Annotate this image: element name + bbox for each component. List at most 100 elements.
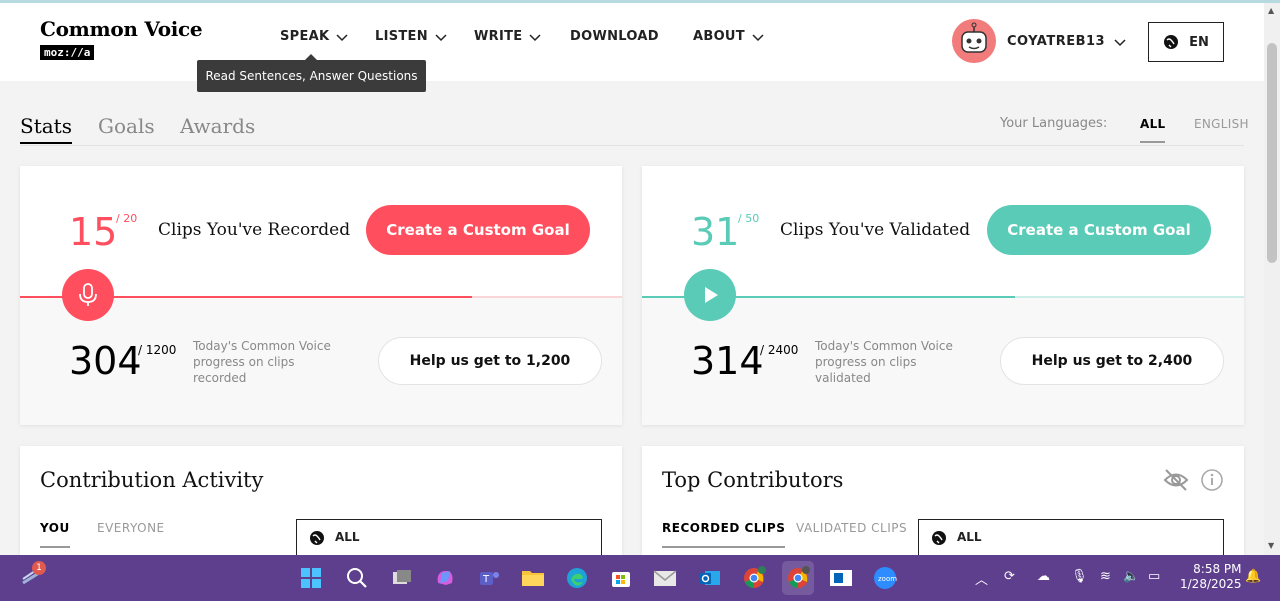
- top-contributors-title: Top Contributors: [662, 468, 844, 492]
- chrome-icon[interactable]: [741, 565, 767, 591]
- contribution-title: Contribution Activity: [40, 468, 264, 492]
- nav-speak-label: SPEAK: [280, 29, 330, 44]
- nav-download[interactable]: DOWNLOAD: [570, 29, 659, 44]
- edge-icon[interactable]: [564, 565, 590, 591]
- microphone-icon: [79, 283, 97, 306]
- language-button[interactable]: EN: [1148, 22, 1224, 62]
- wifi-icon[interactable]: ≋: [1100, 569, 1111, 584]
- globe-icon: [310, 531, 324, 545]
- notification-badge: 1: [32, 561, 46, 575]
- nav-about[interactable]: ABOUT: [693, 29, 765, 44]
- clock[interactable]: 8:58 PM 1/28/2025: [1180, 562, 1242, 592]
- whiteboard-icon[interactable]: [828, 565, 854, 591]
- avatar[interactable]: [952, 19, 996, 63]
- language-tab-all[interactable]: ALL: [1140, 117, 1166, 143]
- your-languages-label: Your Languages:: [1000, 116, 1108, 131]
- nav-write-label: WRITE: [474, 29, 523, 44]
- info-icon[interactable]: [1200, 468, 1224, 492]
- validated-label: Clips You've Validated: [780, 220, 971, 240]
- recorded-goal: / 20: [116, 212, 138, 225]
- volume-icon[interactable]: 🔈: [1123, 569, 1139, 584]
- site-header: Common Voice moz://a SPEAK LISTEN WRITE …: [0, 3, 1264, 81]
- common-voice-logo[interactable]: Common Voice moz://a: [40, 17, 203, 60]
- top-contributors-card: Top Contributors RECORDED CLIPS VALIDATE…: [642, 446, 1244, 556]
- create-goal-button[interactable]: Create a Custom Goal: [987, 205, 1211, 255]
- help-button[interactable]: Help us get to 1,200: [378, 337, 602, 385]
- validated-goal: / 50: [738, 212, 760, 225]
- outlook-icon[interactable]: [697, 565, 723, 591]
- tab-recorded-clips[interactable]: RECORDED CLIPS: [662, 521, 786, 548]
- svg-text:T: T: [482, 574, 490, 585]
- play-button[interactable]: [684, 269, 736, 321]
- windows-start-icon[interactable]: [298, 565, 324, 591]
- tab-you[interactable]: YOU: [40, 521, 70, 548]
- tab-stats[interactable]: Stats: [20, 114, 72, 144]
- logo-title: Common Voice: [40, 17, 203, 41]
- onedrive-icon[interactable]: ☁: [1037, 569, 1050, 584]
- visibility-off-icon[interactable]: [1162, 467, 1190, 493]
- tab-everyone[interactable]: EVERYONE: [97, 521, 165, 535]
- chrome-icon[interactable]: [782, 561, 814, 595]
- battery-icon[interactable]: ▭: [1148, 569, 1160, 584]
- chevron-down-icon: [1114, 38, 1126, 46]
- svg-text:zoom: zoom: [878, 575, 897, 583]
- language-select[interactable]: ALL: [918, 519, 1224, 556]
- chevron-down-icon: [529, 33, 541, 41]
- nav-listen-label: LISTEN: [375, 29, 428, 44]
- zoom-icon[interactable]: zoom: [872, 565, 898, 591]
- microphone-icon[interactable]: 🎙: [1071, 569, 1088, 584]
- tab-validated-clips[interactable]: VALIDATED CLIPS: [796, 521, 907, 535]
- scroll-thumb[interactable]: [1267, 43, 1277, 263]
- copilot-icon[interactable]: [432, 565, 458, 591]
- mail-icon[interactable]: [652, 565, 678, 591]
- scroll-down-icon[interactable]: ▼: [1268, 541, 1274, 550]
- language-select[interactable]: ALL: [296, 519, 602, 556]
- validated-total-goal: / 2400: [760, 343, 799, 357]
- globe-icon: [932, 531, 946, 545]
- chevron-down-icon: [435, 33, 447, 41]
- create-goal-button[interactable]: Create a Custom Goal: [366, 205, 590, 255]
- recorded-count: 15: [69, 210, 118, 254]
- recorded-total: 304: [69, 339, 142, 383]
- task-view-icon[interactable]: [389, 565, 415, 591]
- recorded-stats-card: 15 / 20 Clips You've Recorded Create a C…: [20, 166, 622, 425]
- chevron-up-icon[interactable]: ︿: [975, 569, 988, 588]
- language-select-value: ALL: [957, 530, 982, 544]
- language-tab-english[interactable]: ENGLISH: [1194, 117, 1249, 131]
- page-scrollbar[interactable]: ▲ ▼: [1264, 3, 1280, 555]
- contribution-activity-card: Contribution Activity YOU EVERYONE ALL: [20, 446, 622, 556]
- mozilla-logo: moz://a: [40, 45, 95, 60]
- nav-listen[interactable]: LISTEN: [375, 29, 448, 44]
- teams-icon[interactable]: T: [476, 565, 502, 591]
- nav-speak[interactable]: SPEAK: [280, 29, 349, 44]
- language-select-value: ALL: [335, 530, 360, 544]
- language-label: EN: [1189, 34, 1209, 50]
- tab-awards[interactable]: Awards: [180, 114, 255, 138]
- nav-tooltip: Read Sentences, Answer Questions: [197, 54, 426, 92]
- globe-icon: [1164, 35, 1179, 49]
- taskbar: 1 T zoom ︿ ⟳ ☁ 🎙 ≋ 🔈 ▭ 8:58 PM 1/28/2025…: [0, 555, 1280, 601]
- scroll-up-icon[interactable]: ▲: [1268, 6, 1274, 15]
- recorded-desc: Today's Common Voice progress on clips r…: [193, 339, 331, 385]
- record-button[interactable]: [62, 269, 114, 321]
- tab-goals[interactable]: Goals: [98, 114, 155, 138]
- play-icon: [705, 287, 718, 303]
- dashboard-tabs: Stats Goals Awards Your Languages: ALL E…: [20, 110, 1249, 146]
- sync-icon[interactable]: ⟳: [1004, 569, 1015, 584]
- search-icon[interactable]: [344, 565, 370, 591]
- nav-write[interactable]: WRITE: [474, 29, 542, 44]
- chevron-down-icon: [752, 33, 764, 41]
- recorded-label: Clips You've Recorded: [158, 220, 351, 240]
- user-menu[interactable]: COYATREB13: [1007, 34, 1127, 49]
- help-button[interactable]: Help us get to 2,400: [1000, 337, 1224, 385]
- username: COYATREB13: [1007, 34, 1106, 49]
- file-explorer-icon[interactable]: [520, 565, 546, 591]
- chevron-down-icon: [336, 33, 348, 41]
- bell-icon[interactable]: 🔔: [1245, 569, 1261, 584]
- microsoft-store-icon[interactable]: [608, 565, 634, 591]
- validated-total: 314: [691, 339, 764, 383]
- nav-about-label: ABOUT: [693, 29, 745, 44]
- validated-count: 31: [691, 210, 740, 254]
- time: 8:58 PM: [1193, 562, 1242, 576]
- robot-avatar-icon: [961, 22, 987, 53]
